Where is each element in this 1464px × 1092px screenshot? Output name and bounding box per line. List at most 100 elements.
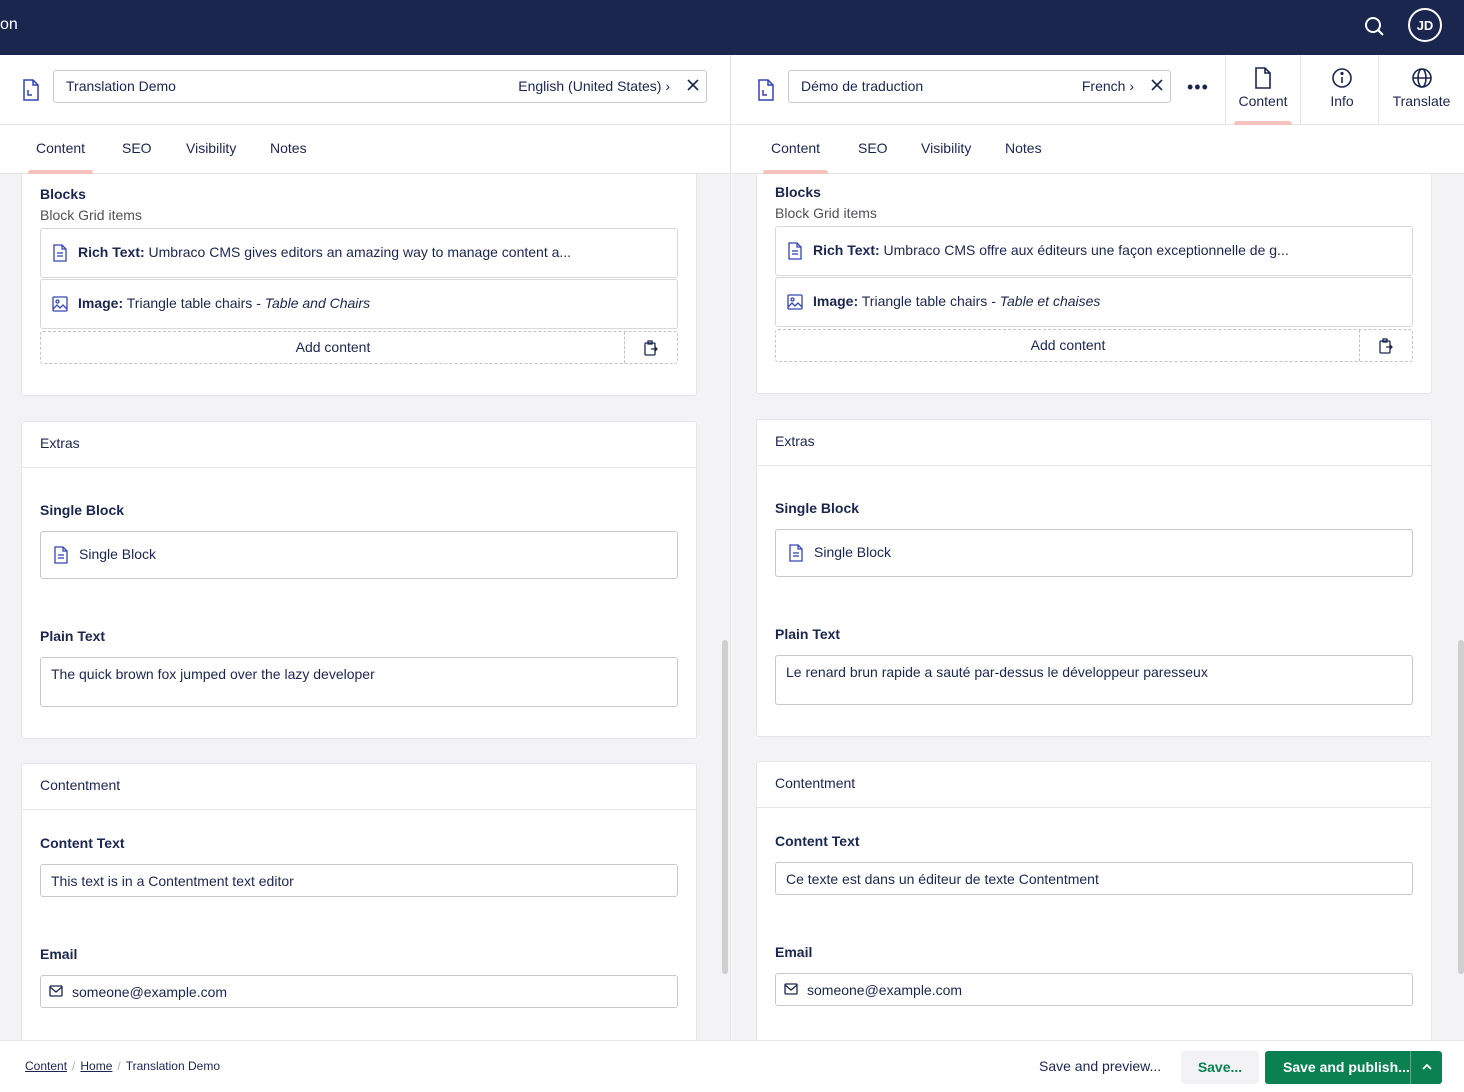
view-info-label: Info [1330, 93, 1354, 109]
extras-card: Extras Single Block Single Block Plain T… [21, 421, 697, 739]
blocks-card: Blocks Block Grid items Rich Text: Umbra… [21, 174, 697, 396]
view-info[interactable]: Info [1304, 55, 1380, 125]
more-actions-icon[interactable]: ••• [1187, 77, 1209, 98]
breadcrumb-content[interactable]: Content [25, 1059, 67, 1073]
scrollbar[interactable] [1458, 640, 1464, 974]
rich-text-type: Rich Text: [78, 244, 145, 260]
document-icon [23, 79, 39, 101]
tab-visibility[interactable]: Visibility [921, 140, 971, 156]
plain-text-field[interactable]: Le renard brun rapide a sauté par-dessus… [775, 655, 1413, 705]
document-icon [53, 244, 67, 262]
rich-text-block[interactable]: Rich Text: Umbraco CMS offre aux éditeur… [775, 226, 1413, 276]
document-name-value[interactable]: Translation Demo [66, 78, 176, 94]
email-field[interactable]: someone@example.com [775, 973, 1413, 1006]
app-title-fragment: on [0, 16, 18, 33]
clipboard-icon [1379, 338, 1393, 354]
single-block-label: Single Block [40, 502, 125, 518]
image-block[interactable]: Image: Triangle table chairs - Table and… [40, 279, 678, 329]
image-type: Image: [78, 295, 124, 311]
blocks-description: Block Grid items [775, 205, 877, 221]
document-name-field[interactable]: Translation Demo English (United States)… [53, 70, 707, 103]
divider [757, 807, 1431, 808]
save-and-preview-button[interactable]: Save and preview... [1039, 1058, 1161, 1074]
save-and-publish-label: Save and publish... [1283, 1059, 1410, 1075]
content-text-value: This text is in a Contentment text edito… [51, 873, 294, 889]
search-icon[interactable] [1362, 14, 1386, 38]
blocks-label: Blocks [40, 186, 86, 202]
clipboard-button[interactable] [1359, 330, 1412, 361]
image-icon [52, 296, 68, 312]
single-block-value: Single Block [814, 544, 892, 560]
contentment-card: Contentment Content Text This text is in… [21, 763, 697, 1040]
save-button[interactable]: Save... [1181, 1051, 1259, 1084]
language-selector[interactable]: English (United States) › [518, 78, 670, 94]
single-block-label: Single Block [775, 500, 860, 516]
tab-seo[interactable]: SEO [122, 140, 152, 156]
extras-title: Extras [40, 435, 80, 451]
content-text-field[interactable]: This text is in a Contentment text edito… [40, 864, 678, 897]
left-tabs: Content SEO Visibility Notes [0, 125, 730, 174]
tab-notes[interactable]: Notes [1005, 140, 1042, 156]
image-caption: Table and Chairs [264, 295, 371, 311]
contentment-title: Contentment [40, 777, 121, 793]
document-icon [788, 242, 802, 260]
breadcrumb-separator: / [72, 1059, 76, 1073]
tab-visibility[interactable]: Visibility [186, 140, 236, 156]
mail-icon [49, 985, 63, 997]
scrollbar[interactable] [722, 640, 728, 974]
email-value: someone@example.com [807, 982, 963, 998]
left-content-area: Blocks Block Grid items Rich Text: Umbra… [0, 174, 730, 1040]
divider [757, 465, 1431, 466]
right-tabs: Content SEO Visibility Notes [732, 125, 1464, 174]
divider [22, 467, 696, 468]
language-selector[interactable]: French › [1082, 78, 1134, 94]
view-translate-label: Translate [1392, 93, 1451, 109]
image-type: Image: [813, 293, 859, 309]
document-icon [54, 546, 68, 564]
publish-options-toggle[interactable] [1410, 1051, 1442, 1084]
email-label: Email [40, 946, 78, 962]
close-icon[interactable] [1150, 78, 1164, 92]
add-content-button[interactable]: Add content [41, 339, 625, 355]
breadcrumb-separator: / [117, 1059, 121, 1073]
left-variant-pane: Translation Demo English (United States)… [0, 55, 731, 1040]
top-bar: on JD [0, 0, 1464, 55]
rich-text-block[interactable]: Rich Text: Umbraco CMS gives editors an … [40, 228, 678, 278]
single-block-item[interactable]: Single Block [775, 529, 1413, 577]
content-text-field[interactable]: Ce texte est dans un éditeur de texte Co… [775, 862, 1413, 895]
document-name-value[interactable]: Démo de traduction [801, 78, 923, 94]
tab-content[interactable]: Content [27, 140, 94, 174]
add-content-button[interactable]: Add content [776, 337, 1360, 353]
image-block[interactable]: Image: Triangle table chairs - Table et … [775, 277, 1413, 327]
single-block-item[interactable]: Single Block [40, 531, 678, 579]
footer-bar: Content / Home / Translation Demo Save and p… [0, 1040, 1464, 1092]
email-label: Email [775, 944, 813, 960]
extras-title: Extras [775, 433, 815, 449]
document-name-field[interactable]: Démo de traduction French › [788, 70, 1171, 103]
close-icon[interactable] [686, 78, 700, 92]
divider [22, 809, 696, 810]
view-content-label: Content [1238, 93, 1288, 109]
right-variant-pane: Démo de traduction French › ••• Content … [732, 55, 1464, 1040]
document-icon [758, 79, 774, 101]
breadcrumb-current: Translation Demo [125, 1059, 220, 1073]
tab-content[interactable]: Content [762, 140, 829, 174]
tab-notes[interactable]: Notes [270, 140, 307, 156]
save-and-publish-button[interactable]: Save and publish... [1265, 1051, 1442, 1084]
breadcrumb-home[interactable]: Home [80, 1059, 112, 1073]
tab-seo[interactable]: SEO [858, 140, 888, 156]
plain-text-field[interactable]: The quick brown fox jumped over the lazy… [40, 657, 678, 707]
plain-text-label: Plain Text [40, 628, 106, 644]
content-text-label: Content Text [775, 833, 860, 849]
image-icon [787, 294, 803, 310]
user-avatar[interactable]: JD [1408, 8, 1442, 42]
info-icon [1332, 68, 1352, 88]
view-translate[interactable]: Translate [1378, 55, 1464, 125]
right-content-area: Blocks Block Grid items Rich Text: Umbra… [732, 174, 1464, 1040]
plain-text-label: Plain Text [775, 626, 841, 642]
language-label: French [1081, 78, 1126, 94]
blocks-label: Blocks [775, 184, 821, 200]
clipboard-button[interactable] [624, 332, 677, 363]
email-field[interactable]: someone@example.com [40, 975, 678, 1008]
view-content[interactable]: Content [1225, 55, 1301, 125]
